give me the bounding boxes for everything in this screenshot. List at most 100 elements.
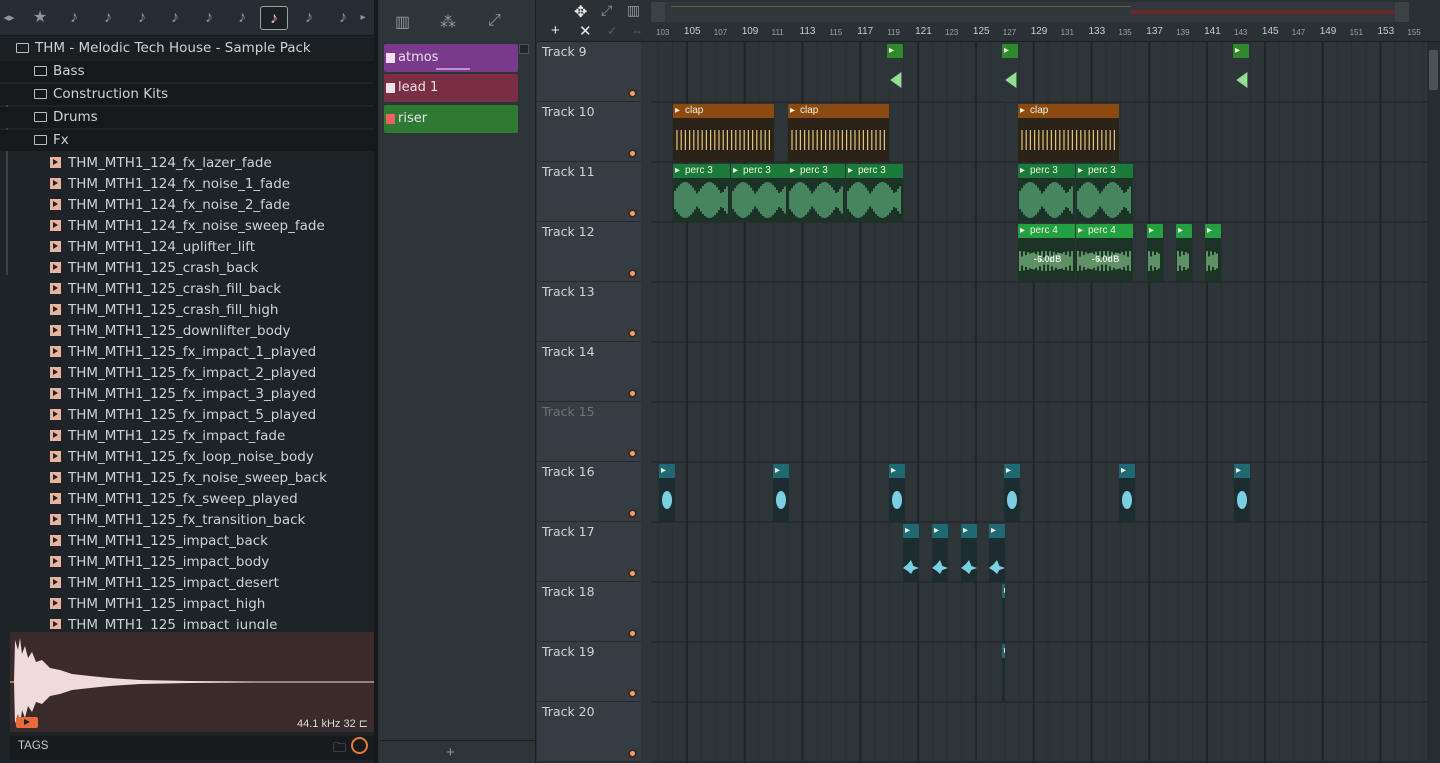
file-item[interactable]: THM_MTH1_125_impact_back xyxy=(0,531,374,552)
playlist-clip[interactable] xyxy=(1002,644,1005,702)
scroll-arrow[interactable] xyxy=(519,44,529,54)
file-item[interactable]: THM_MTH1_125_crash_fill_high xyxy=(0,300,374,321)
pattern-riser[interactable]: riser xyxy=(384,105,518,133)
folder-fx[interactable]: Fx xyxy=(0,130,374,151)
note-icon[interactable]: ♪ xyxy=(60,6,88,30)
file-item[interactable]: THM_MTH1_125_fx_transition_back xyxy=(0,510,374,531)
timeline-ruler[interactable]: 105 109 113 117 121 125 129 133 137 141 145 149 153 1… xyxy=(651,24,1427,42)
track-enable-icon[interactable] xyxy=(628,629,637,638)
playlist-clip[interactable]: perc 4 -6.0dB xyxy=(1018,224,1075,282)
search-icon[interactable] xyxy=(351,737,368,754)
playlist-clip[interactable] xyxy=(1234,464,1250,522)
file-item[interactable]: THM_MTH1_125_fx_impact_3_played xyxy=(0,384,374,405)
file-item[interactable]: THM_MTH1_125_fx_impact_2_played xyxy=(0,363,374,384)
playlist-clip[interactable] xyxy=(1147,224,1163,282)
track-enable-icon[interactable] xyxy=(628,389,637,398)
file-item[interactable]: THM_MTH1_125_crash_fill_back xyxy=(0,279,374,300)
note-icon[interactable]: ♪ xyxy=(94,6,122,30)
track-header[interactable]: Track 14 xyxy=(537,342,641,402)
playlist-clip[interactable] xyxy=(961,524,977,582)
playlist-clip[interactable]: perc 3 xyxy=(673,164,730,222)
track-header[interactable]: Track 11 xyxy=(537,162,641,222)
file-item[interactable]: THM_MTH1_125_impact_high xyxy=(0,594,374,615)
sample-preview[interactable]: 44.1 kHz 32 ⊏ xyxy=(10,632,374,732)
file-item[interactable]: THM_MTH1_124_fx_noise_2_fade xyxy=(0,195,374,216)
playlist-clip[interactable]: clap xyxy=(788,104,889,162)
add-pattern-button[interactable]: + xyxy=(446,744,455,761)
track-header[interactable]: Track 15 xyxy=(537,402,641,462)
playlist-overview[interactable] xyxy=(651,2,1409,22)
track-enable-icon[interactable] xyxy=(628,689,637,698)
playlist-clip[interactable] xyxy=(1176,224,1192,282)
file-item[interactable]: THM_MTH1_124_fx_noise_sweep_fade xyxy=(0,216,374,237)
playlist-clip[interactable]: clap xyxy=(673,104,774,162)
note-icon[interactable]: ♪ xyxy=(329,6,357,30)
track-enable-icon[interactable] xyxy=(628,749,637,758)
note-selected-icon[interactable]: ♪ xyxy=(260,6,288,30)
track-enable-icon[interactable] xyxy=(628,509,637,518)
folder-construction-kits[interactable]: Construction Kits xyxy=(0,84,374,105)
file-item[interactable]: THM_MTH1_125_impact_body xyxy=(0,552,374,573)
playlist-clip[interactable] xyxy=(1119,464,1135,522)
file-item[interactable]: THM_MTH1_125_impact_jungle xyxy=(0,615,374,629)
track-enable-icon[interactable] xyxy=(628,89,637,98)
file-item[interactable]: THM_MTH1_125_fx_impact_1_played xyxy=(0,342,374,363)
track-enable-icon[interactable] xyxy=(628,329,637,338)
folder-bass[interactable]: Bass xyxy=(0,61,374,82)
playlist-clip[interactable]: perc 3 xyxy=(846,164,903,222)
close-icon[interactable]: ✕ xyxy=(579,22,592,40)
file-item[interactable]: THM_MTH1_125_fx_loop_noise_body xyxy=(0,447,374,468)
track-header[interactable]: Track 10 xyxy=(537,102,641,162)
root-folder[interactable]: THM - Melodic Tech House - Sample Pack xyxy=(0,38,374,59)
playlist-clip[interactable]: perc 4 -6.0dB xyxy=(1076,224,1133,282)
track-header[interactable]: Track 17 xyxy=(537,522,641,582)
slide-icon[interactable]: ⤢ xyxy=(601,2,612,19)
automation-icon[interactable]: ⤢ xyxy=(488,12,501,30)
track-header[interactable]: Track 19 xyxy=(537,642,641,702)
file-item[interactable]: THM_MTH1_125_fx_impact_5_played xyxy=(0,405,374,426)
playlist-clip[interactable]: perc 3 xyxy=(1076,164,1133,222)
file-item[interactable]: THM_MTH1_124_uplifter_lift xyxy=(0,237,374,258)
track-enable-icon[interactable] xyxy=(628,449,637,458)
chevron-left-icon[interactable] xyxy=(651,2,665,22)
chevron-right-icon[interactable]: ▸ xyxy=(356,6,370,30)
playlist-clip[interactable] xyxy=(1002,44,1018,102)
file-item[interactable]: THM_MTH1_125_downlifter_body xyxy=(0,321,374,342)
file-item[interactable]: THM_MTH1_124_fx_lazer_fade xyxy=(0,153,374,174)
note-icon[interactable]: ♪ xyxy=(195,6,223,30)
scroll-thumb[interactable] xyxy=(1429,50,1438,90)
folder-drums[interactable]: Drums xyxy=(0,107,374,128)
playlist-clip[interactable] xyxy=(989,524,1005,582)
playlist-clip[interactable]: perc 3 xyxy=(788,164,845,222)
playlist-clip[interactable]: perc 3 xyxy=(1018,164,1075,222)
track-enable-icon[interactable] xyxy=(628,209,637,218)
note-icon[interactable]: ♪ xyxy=(295,6,323,30)
file-item[interactable]: THM_MTH1_125_crash_back xyxy=(0,258,374,279)
note-icon[interactable]: ♪ xyxy=(128,6,156,30)
note-icon[interactable]: ♪ xyxy=(161,6,189,30)
playlist-clip[interactable] xyxy=(1205,224,1221,282)
track-header[interactable]: Track 9 xyxy=(537,42,641,102)
play-preview-button[interactable] xyxy=(16,717,38,728)
piano-icon[interactable]: ▥ xyxy=(395,12,410,32)
playlist-clip[interactable] xyxy=(1002,584,1005,642)
file-item[interactable]: THM_MTH1_125_fx_impact_fade xyxy=(0,426,374,447)
track-enable-icon[interactable] xyxy=(628,569,637,578)
resize-icon[interactable]: ⇔ xyxy=(631,24,643,38)
playlist-clip[interactable] xyxy=(1004,464,1020,522)
playlist-clip[interactable] xyxy=(1233,44,1249,102)
playlist-clip[interactable] xyxy=(773,464,789,522)
file-item[interactable]: THM_MTH1_125_impact_desert xyxy=(0,573,374,594)
folder-icon[interactable]: 🗀 xyxy=(333,739,346,761)
chevron-right-icon[interactable] xyxy=(1395,2,1409,22)
track-header[interactable]: Track 16 xyxy=(537,462,641,522)
playlist-clip[interactable]: perc 3 xyxy=(731,164,788,222)
note-icon[interactable]: ♪ xyxy=(228,6,256,30)
playlist-grid[interactable]: clap clap clap perc 3 perc 3 perc 3 perc 3 perc… xyxy=(651,42,1427,763)
track-header[interactable]: Track 13 xyxy=(537,282,641,342)
vertical-scrollbar[interactable] xyxy=(1427,42,1440,763)
playlist-clip[interactable] xyxy=(932,524,948,582)
track-header[interactable]: Track 20 xyxy=(537,702,641,762)
pattern-atmos[interactable]: atmos xyxy=(384,44,518,72)
check-icon[interactable]: ✓ xyxy=(607,24,617,38)
